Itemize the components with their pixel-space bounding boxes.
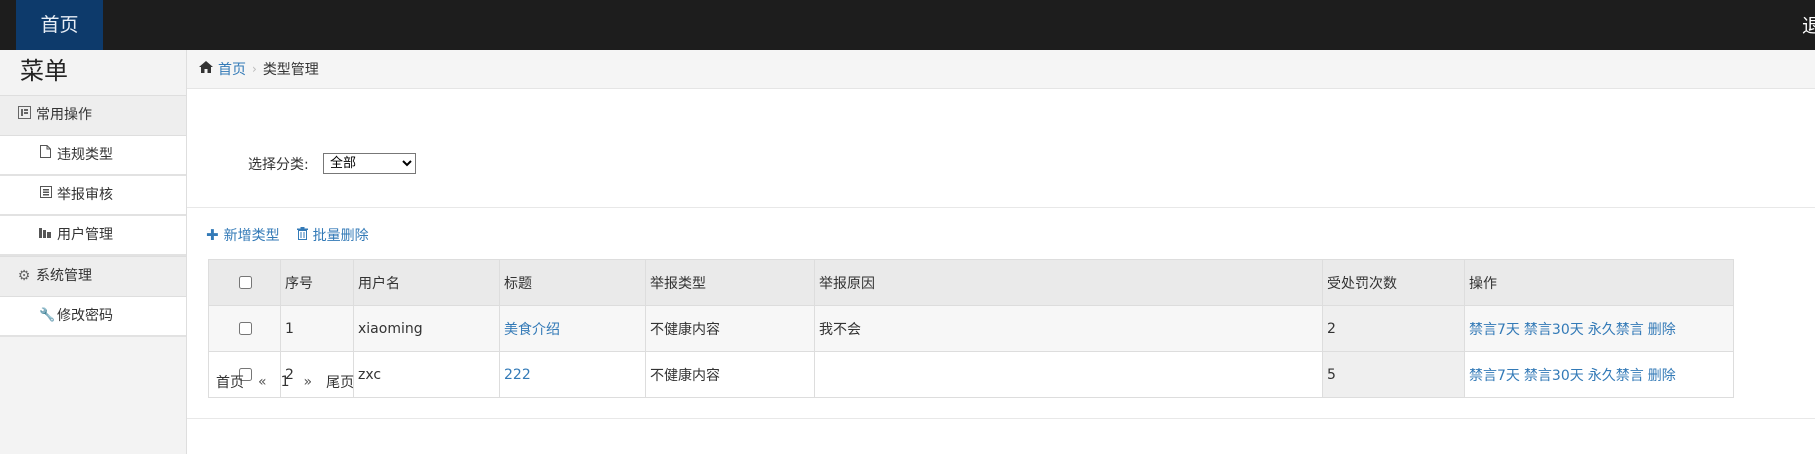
toolbar: ✚ 新增类型 批量删除 <box>206 225 386 245</box>
breadcrumb-separator-icon: › <box>252 62 257 76</box>
gear-icon: ⚙ <box>17 268 31 284</box>
home-icon <box>199 61 213 77</box>
pager-prev-icon[interactable]: « <box>258 374 267 390</box>
cell-operations: 禁言7天 禁言30天 永久禁言 删除 <box>1464 305 1734 352</box>
delete-link[interactable]: 删除 <box>1648 368 1676 384</box>
pager-first-link[interactable]: 首页 <box>216 372 244 392</box>
breadcrumb: 首页 › 类型管理 <box>187 50 1815 89</box>
column-header: 受处罚次数 <box>1322 259 1465 306</box>
sidebar-item-label: 用户管理 <box>57 227 113 243</box>
batch-delete-button[interactable]: 批量删除 <box>296 225 369 245</box>
cell-penalty-count: 5 <box>1322 351 1465 398</box>
category-select[interactable]: 全部 <box>323 153 416 174</box>
cell-title: 美食介绍 <box>499 305 646 352</box>
breadcrumb-home-link[interactable]: 首页 <box>218 59 246 79</box>
sidebar-group-label: 系统管理 <box>36 268 92 284</box>
sidebar-item-label: 举报审核 <box>57 187 113 203</box>
pager-last-link[interactable]: 尾页 <box>326 372 354 392</box>
top-navbar: 首页 退 <box>0 0 1815 50</box>
row-checkbox[interactable] <box>238 321 252 335</box>
sidebar-item-label: 违规类型 <box>57 147 113 163</box>
sidebar-item-report-review[interactable]: 举报审核 <box>0 176 186 216</box>
pager-next-icon[interactable]: » <box>304 374 313 390</box>
cell-user: xiaoming <box>353 305 500 352</box>
file-icon <box>39 136 52 174</box>
cell-operations: 禁言7天 禁言30天 永久禁言 删除 <box>1464 351 1734 398</box>
table-row: 2 zxc 222 不健康内容 5 禁言7天 禁言30天 永久禁言 删除 <box>208 351 1734 398</box>
list-icon <box>17 96 31 135</box>
category-filter-label: 选择分类: <box>248 157 309 173</box>
cell-type: 不健康内容 <box>645 305 815 352</box>
plus-icon: ✚ <box>206 226 219 244</box>
cell-no: 1 <box>280 305 354 352</box>
divider <box>187 418 1815 419</box>
column-header: 操作 <box>1464 259 1734 306</box>
column-header: 序号 <box>280 259 354 306</box>
ban-30-days-link[interactable]: 禁言30天 <box>1524 322 1584 338</box>
cell-reason <box>814 351 1323 398</box>
delete-link[interactable]: 删除 <box>1648 322 1676 338</box>
sidebar-item-change-password[interactable]: 🔧 修改密码 <box>0 297 186 337</box>
main-content: 首页 › 类型管理 选择分类: 全部 ✚ 新增类型 批量删除 序号 用户名 标题… <box>187 50 1815 454</box>
sidebar-title: 菜单 <box>20 57 68 85</box>
ban-7-days-link[interactable]: 禁言7天 <box>1469 322 1520 338</box>
cell-type: 不健康内容 <box>645 351 815 398</box>
column-header: 标题 <box>499 259 646 306</box>
pager-page-number[interactable]: 1 <box>281 374 290 390</box>
column-header: 用户名 <box>353 259 500 306</box>
table-header-row: 序号 用户名 标题 举报类型 举报原因 受处罚次数 操作 <box>208 259 1734 306</box>
wrench-icon: 🔧 <box>39 308 56 323</box>
sidebar-group-label: 常用操作 <box>36 107 92 123</box>
cell-reason: 我不会 <box>814 305 1323 352</box>
ban-30-days-link[interactable]: 禁言30天 <box>1524 368 1584 384</box>
sidebar-item-label: 修改密码 <box>57 308 113 324</box>
books-icon <box>39 216 52 254</box>
top-right-logout-link[interactable]: 退 <box>1802 0 1815 50</box>
top-home-tab[interactable]: 首页 <box>16 0 103 50</box>
column-header: 举报原因 <box>814 259 1323 306</box>
row-select-cell <box>208 305 281 352</box>
pagination: 首页 « 1 » 尾页 <box>216 372 368 392</box>
trash-icon <box>296 226 308 244</box>
ban-permanent-link[interactable]: 永久禁言 <box>1588 322 1644 338</box>
list-alt-icon <box>39 176 52 214</box>
cell-user: zxc <box>353 351 500 398</box>
select-all-checkbox[interactable] <box>238 275 252 289</box>
filter-bar: 选择分类: 全部 <box>187 90 1815 208</box>
cell-penalty-count: 2 <box>1322 305 1465 352</box>
sidebar: 菜单 常用操作 违规类型 举报审核 用户管理 ⚙ 系统管理 🔧 修改密码 <box>0 50 187 454</box>
select-all-cell <box>208 259 281 306</box>
ban-7-days-link[interactable]: 禁言7天 <box>1469 368 1520 384</box>
ban-permanent-link[interactable]: 永久禁言 <box>1588 368 1644 384</box>
add-type-label: 新增类型 <box>223 228 280 244</box>
breadcrumb-current: 类型管理 <box>262 62 319 78</box>
add-type-button[interactable]: ✚ 新增类型 <box>206 225 280 245</box>
sidebar-group-common[interactable]: 常用操作 <box>0 95 186 136</box>
report-table: 序号 用户名 标题 举报类型 举报原因 受处罚次数 操作 1 xiaoming … <box>208 259 1734 398</box>
title-link[interactable]: 222 <box>504 367 531 383</box>
sidebar-group-system[interactable]: ⚙ 系统管理 <box>0 256 186 297</box>
sidebar-item-violation-types[interactable]: 违规类型 <box>0 136 186 176</box>
batch-delete-label: 批量删除 <box>312 228 369 244</box>
table-row: 1 xiaoming 美食介绍 不健康内容 我不会 2 禁言7天 禁言30天 永久禁… <box>208 305 1734 352</box>
column-header: 举报类型 <box>645 259 815 306</box>
cell-title: 222 <box>499 351 646 398</box>
title-link[interactable]: 美食介绍 <box>504 322 560 338</box>
sidebar-item-user-management[interactable]: 用户管理 <box>0 216 186 256</box>
